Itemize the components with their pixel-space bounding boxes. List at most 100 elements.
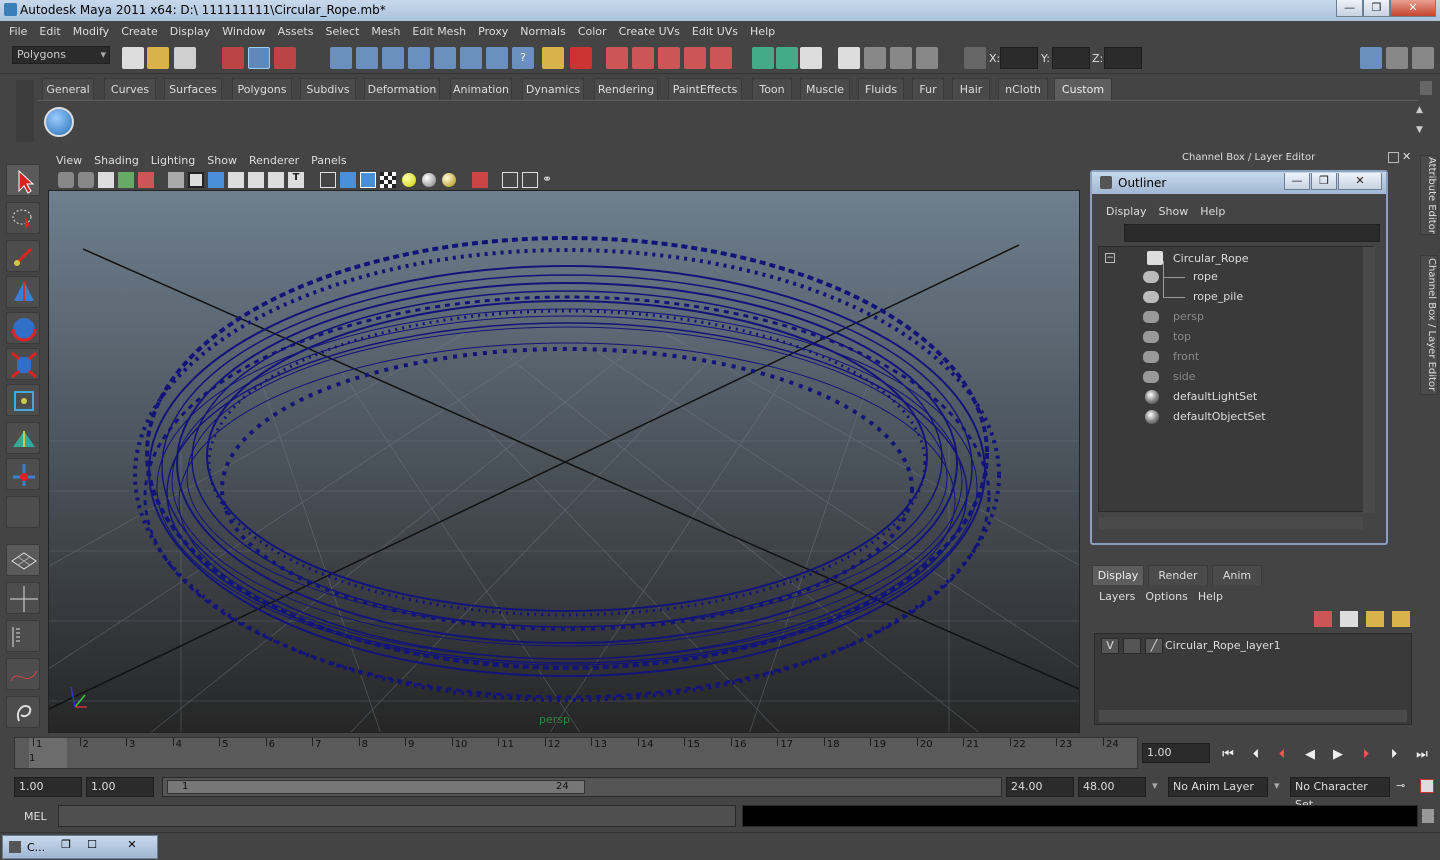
film-gate-icon[interactable] (188, 172, 204, 188)
go-to-start-icon[interactable]: ⏮ (1218, 745, 1238, 765)
range-slider-handle[interactable]: 1 24 (167, 780, 585, 794)
show-manipulator-icon[interactable] (6, 458, 40, 490)
animation-preferences-icon[interactable] (1420, 779, 1434, 793)
layer-tab-display[interactable]: Display (1092, 565, 1144, 585)
graph-persp-layout-icon[interactable] (6, 658, 40, 690)
toggle-tool-settings-icon[interactable] (1386, 47, 1408, 69)
magnet-icon[interactable] (710, 47, 732, 69)
outliner-item-default-object-set[interactable]: defaultObjectSet (1173, 407, 1266, 427)
menu-create-uvs[interactable]: Create UVs (613, 21, 686, 42)
open-scene-icon[interactable] (147, 47, 169, 69)
hypershade-icon[interactable] (838, 47, 860, 69)
toggle-attribute-editor-icon[interactable] (1360, 47, 1382, 69)
new-layer-icon[interactable] (1366, 611, 1384, 627)
lock-icon[interactable] (542, 47, 564, 69)
menu-file[interactable]: File (3, 21, 33, 42)
dope-sheet-icon[interactable] (890, 47, 912, 69)
layer-visibility-toggle[interactable]: V (1101, 638, 1119, 654)
maximize-button[interactable]: ❐ (1363, 0, 1390, 17)
outliner-item-rope-pile[interactable]: rope_pile (1193, 287, 1243, 307)
command-input[interactable] (58, 805, 736, 827)
four-pane-layout-icon[interactable] (6, 582, 40, 614)
menu-help[interactable]: Help (744, 21, 781, 42)
menu-edit-uvs[interactable]: Edit UVs (686, 21, 744, 42)
shelf-tab-painteffects[interactable]: PaintEffects (668, 78, 742, 100)
universal-manipulator-icon[interactable] (6, 384, 40, 416)
xray-icon[interactable] (502, 172, 518, 188)
outliner-item-front[interactable]: front (1173, 347, 1199, 367)
outliner-item-top[interactable]: top (1173, 327, 1191, 347)
range-slider-track[interactable]: 1 24 (162, 777, 1002, 797)
menu-normals[interactable]: Normals (514, 21, 572, 42)
new-layer-from-selection-icon[interactable] (1392, 611, 1410, 627)
attribute-editor-tab[interactable]: Attribute Editor (1420, 155, 1438, 235)
minimized-window[interactable]: C... ❐ ☐ ✕ (2, 835, 158, 859)
field-chart-icon[interactable] (248, 172, 264, 188)
transform-mode-icon[interactable] (964, 47, 986, 69)
trax-editor-icon[interactable] (916, 47, 938, 69)
snap-view-icon[interactable] (486, 47, 508, 69)
shelf-tab-polygons[interactable]: Polygons (232, 78, 292, 100)
snap-surface-icon[interactable] (434, 47, 456, 69)
isolate-select-icon[interactable] (472, 172, 488, 188)
menu-select[interactable]: Select (319, 21, 365, 42)
menu-edit-mesh[interactable]: Edit Mesh (406, 21, 472, 42)
all-lights-icon[interactable] (422, 173, 436, 187)
outliner-filter-field[interactable] (1124, 224, 1380, 242)
safe-action-icon[interactable] (268, 172, 284, 188)
hypershade-layout-icon[interactable] (6, 696, 40, 728)
character-set-dropdown[interactable]: No Character Set (1290, 777, 1390, 811)
panel-close-icon[interactable]: ✕ (1402, 150, 1414, 163)
panel-menu-lighting[interactable]: Lighting (145, 151, 201, 170)
toggle-channel-box-icon[interactable] (1412, 47, 1434, 69)
panel-menu-show[interactable]: Show (201, 151, 243, 170)
playback-start-field[interactable]: 1.00 (86, 777, 154, 797)
select-tool-icon[interactable] (6, 164, 40, 196)
shelf-tab-rendering[interactable]: Rendering (594, 78, 658, 100)
menu-proxy[interactable]: Proxy (472, 21, 514, 42)
shelf-handle[interactable] (16, 80, 34, 142)
outliner-menu-display[interactable]: Display (1100, 205, 1153, 218)
resolution-gate-icon[interactable] (208, 172, 224, 188)
menu-window[interactable]: Window (216, 21, 271, 42)
image-plane-icon[interactable] (118, 172, 134, 188)
panel-menu-panels[interactable]: Panels (305, 151, 352, 170)
layer-color-swatch[interactable]: ╱ (1145, 638, 1163, 654)
script-editor-icon[interactable] (1422, 809, 1434, 823)
panel-float-icon[interactable] (1388, 152, 1399, 163)
menu-color[interactable]: Color (572, 21, 613, 42)
outliner-item-side[interactable]: side (1173, 367, 1196, 387)
new-scene-icon[interactable] (122, 47, 144, 69)
outliner-minimize-button[interactable]: — (1284, 173, 1310, 190)
scale-tool-icon[interactable] (6, 348, 40, 380)
shelf-tab-deformation[interactable]: Deformation (364, 78, 440, 100)
layer-name[interactable]: Circular_Rope_layer1 (1165, 639, 1281, 652)
shelf-tab-general[interactable]: General (42, 78, 94, 100)
step-forward-key-icon[interactable]: ⏵ (1356, 745, 1376, 765)
close-icon[interactable]: ✕ (111, 838, 153, 854)
layer-menu-options[interactable]: Options (1140, 590, 1192, 603)
play-backwards-icon[interactable]: ◀ (1300, 745, 1320, 765)
menu-edit[interactable]: Edit (33, 21, 66, 42)
step-back-frame-icon[interactable]: ⏴ (1246, 745, 1266, 765)
layer-hscrollbar[interactable] (1099, 710, 1407, 722)
shelf-scroll-down-icon[interactable]: ▼ (1416, 125, 1428, 137)
save-scene-icon[interactable] (174, 47, 196, 69)
collapse-toggle[interactable]: − (1105, 253, 1115, 263)
close-button[interactable]: ✕ (1390, 0, 1436, 17)
chevron-down-icon[interactable]: ▾ (1274, 779, 1280, 792)
select-hierarchy-icon[interactable] (222, 47, 244, 69)
mel-label[interactable]: MEL (24, 810, 47, 823)
xray-joints-icon[interactable] (522, 172, 538, 188)
outliner-hscrollbar[interactable] (1099, 517, 1363, 529)
shelf-tab-fur[interactable]: Fur (912, 78, 944, 100)
checkmark-icon[interactable] (44, 107, 74, 137)
trash-icon[interactable] (1420, 81, 1432, 95)
start-time-field[interactable]: 1.00 (14, 777, 82, 797)
menu-create[interactable]: Create (115, 21, 164, 42)
z-field[interactable] (1104, 47, 1142, 69)
wireframe-icon[interactable] (320, 172, 336, 188)
input-ops-icon[interactable] (658, 47, 680, 69)
graph-editor-icon[interactable] (864, 47, 886, 69)
minimize-button[interactable]: — (1336, 0, 1363, 17)
